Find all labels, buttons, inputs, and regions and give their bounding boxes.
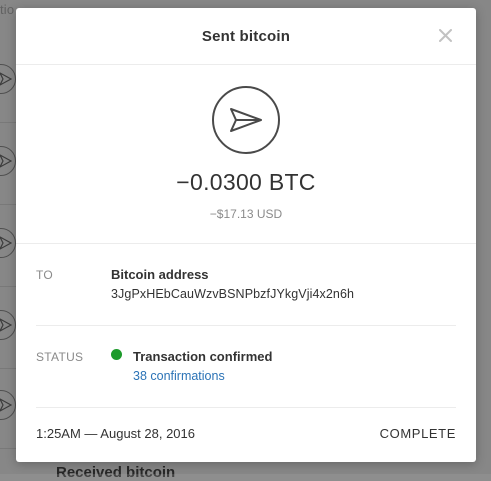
transaction-datetime: 1:25AM — August 28, 2016 <box>36 425 195 441</box>
to-details: Bitcoin address 3JgPxHEbCauWzvBSNPbzfJYk… <box>111 267 354 301</box>
confirmations-link[interactable]: 38 confirmations <box>133 369 272 383</box>
amount-section: −0.0300 BTC −$17.13 USD <box>16 65 476 244</box>
close-button[interactable] <box>434 24 456 46</box>
modal-header: Sent bitcoin <box>16 8 476 65</box>
to-label: TO <box>36 268 54 282</box>
modal-footer: 1:25AM — August 28, 2016 COMPLETE <box>36 404 456 462</box>
status-row: STATUS Transaction confirmed 38 confirma… <box>36 326 456 408</box>
status-label: STATUS <box>36 350 84 364</box>
amount-btc: −0.0300 BTC <box>176 169 316 195</box>
recipient-type: Bitcoin address <box>111 267 209 282</box>
transaction-state: COMPLETE <box>379 425 456 441</box>
modal-title: Sent bitcoin <box>201 27 291 45</box>
bitcoin-address: 3JgPxHEbCauWzvBSNPbzfJYkgVji4x2n6h <box>111 287 355 301</box>
send-icon <box>212 86 280 154</box>
status-text: Transaction confirmed <box>133 349 273 364</box>
status-details: Transaction confirmed 38 confirmations <box>133 349 272 383</box>
close-icon <box>438 28 452 42</box>
transaction-details-modal: Sent bitcoin −0.0300 BTC −$17.13 USD TO … <box>16 8 476 462</box>
status-indicator <box>111 349 122 360</box>
amount-usd: −$17.13 USD <box>209 207 283 221</box>
to-row: TO Bitcoin address 3JgPxHEbCauWzvBSNPbzf… <box>36 244 456 326</box>
